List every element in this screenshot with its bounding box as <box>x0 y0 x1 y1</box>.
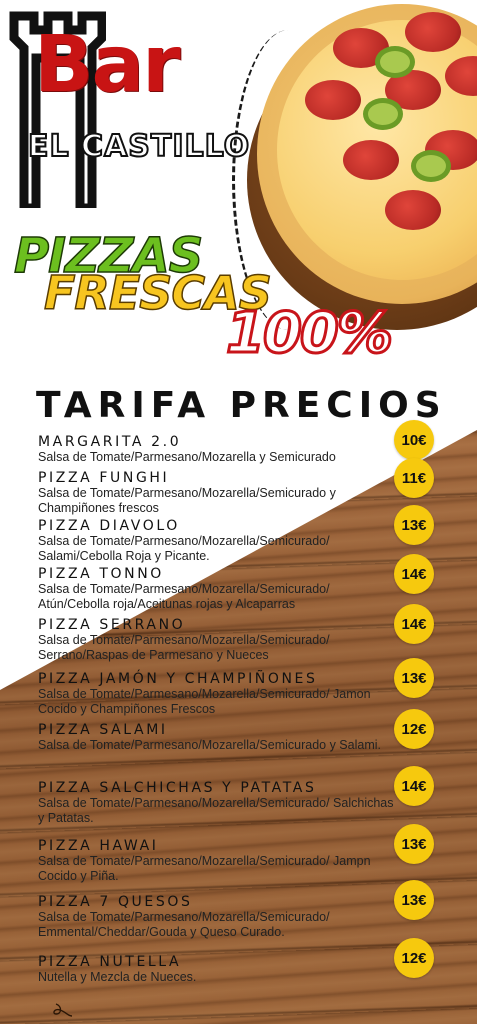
menu-item: PIZZA SALCHICHAS Y PATATAS Salsa de Toma… <box>38 780 394 826</box>
menu-page: Bar EL CASTILLO PIZZAS FRESCAS 100% TARI… <box>0 0 477 1024</box>
price-badge: 11€ <box>394 458 434 498</box>
menu-item: PIZZA JAMÓN Y CHAMPIÑONES Salsa de Tomat… <box>38 671 394 717</box>
menu-item: PIZZA FUNGHI Salsa de Tomate/Parmesano/M… <box>38 470 394 516</box>
section-title: TARIFA PRECIOS <box>36 385 447 426</box>
item-name: PIZZA TONNO <box>38 566 164 582</box>
item-name: PIZZA NUTELLA <box>38 954 182 970</box>
price-badge: 14€ <box>394 554 434 594</box>
price-badge: 13€ <box>394 658 434 698</box>
item-description: Salsa de Tomate/Parmesano/Mozarella/Semi… <box>38 910 330 939</box>
headline-percent: 100% <box>224 301 394 366</box>
item-name: PIZZA JAMÓN Y CHAMPIÑONES <box>38 671 318 687</box>
menu-item: MARGARITA 2.0 Salsa de Tomate/Parmesano/… <box>38 434 394 465</box>
menu-item: PIZZA 7 QUESOS Salsa de Tomate/Parmesano… <box>38 894 394 940</box>
price-badge: 13€ <box>394 505 434 545</box>
price-badge: 12€ <box>394 709 434 749</box>
item-description: Salsa de Tomate/Parmesano/Mozarella/Semi… <box>38 633 330 662</box>
menu-item: PIZZA SALAMI Salsa de Tomate/Parmesano/M… <box>38 722 394 753</box>
item-description: Salsa de Tomate/Parmesano/Mozarella/Semi… <box>38 534 330 563</box>
menu-item: PIZZA DIAVOLO Salsa de Tomate/Parmesano/… <box>38 518 394 564</box>
jalapeno <box>375 46 415 78</box>
price-badge: 13€ <box>394 824 434 864</box>
pepperoni <box>343 140 399 180</box>
item-description: Salsa de Tomate/Parmesano/Mozarella/Semi… <box>38 854 371 883</box>
item-name: PIZZA SERRANO <box>38 617 186 633</box>
item-name: PIZZA FUNGHI <box>38 470 170 486</box>
pepperoni <box>405 12 461 52</box>
pepperoni <box>385 190 441 230</box>
item-name: PIZZA DIAVOLO <box>38 518 180 534</box>
menu-item: PIZZA NUTELLA Nutella y Mezcla de Nueces… <box>38 954 394 985</box>
item-name: MARGARITA 2.0 <box>38 434 182 450</box>
item-description: Salsa de Tomate/Parmesano/Mozarella/Semi… <box>38 582 330 611</box>
logo-bar-text: Bar <box>34 20 181 110</box>
swirl-icon <box>53 1003 73 1017</box>
item-name: PIZZA SALCHICHAS Y PATATAS <box>38 780 317 796</box>
item-description: Salsa de Tomate/Parmesano/Mozarella/Semi… <box>38 796 394 825</box>
price-badge: 12€ <box>394 938 434 978</box>
item-name: PIZZA 7 QUESOS <box>38 894 193 910</box>
menu-item: PIZZA HAWAI Salsa de Tomate/Parmesano/Mo… <box>38 838 394 884</box>
menu-item: PIZZA SERRANO Salsa de Tomate/Parmesano/… <box>38 617 394 663</box>
item-description: Salsa de Tomate/Parmesano/Mozarella/Semi… <box>38 687 371 716</box>
jalapeno <box>411 150 451 182</box>
logo-name-text: EL CASTILLO <box>27 129 251 164</box>
item-description: Salsa de Tomate/Parmesano/Mozarella y Se… <box>38 450 336 464</box>
menu-item: PIZZA TONNO Salsa de Tomate/Parmesano/Mo… <box>38 566 394 612</box>
item-description: Nutella y Mezcla de Nueces. <box>38 970 197 984</box>
price-badge: 14€ <box>394 604 434 644</box>
item-description: Salsa de Tomate/Parmesano/Mozarella/Semi… <box>38 738 381 752</box>
price-badge: 14€ <box>394 766 434 806</box>
item-description: Salsa de Tomate/Parmesano/Mozarella/Semi… <box>38 486 336 515</box>
price-badge: 10€ <box>394 420 434 460</box>
jalapeno <box>363 98 403 130</box>
item-name: PIZZA SALAMI <box>38 722 168 738</box>
price-badge: 13€ <box>394 880 434 920</box>
item-name: PIZZA HAWAI <box>38 838 159 854</box>
